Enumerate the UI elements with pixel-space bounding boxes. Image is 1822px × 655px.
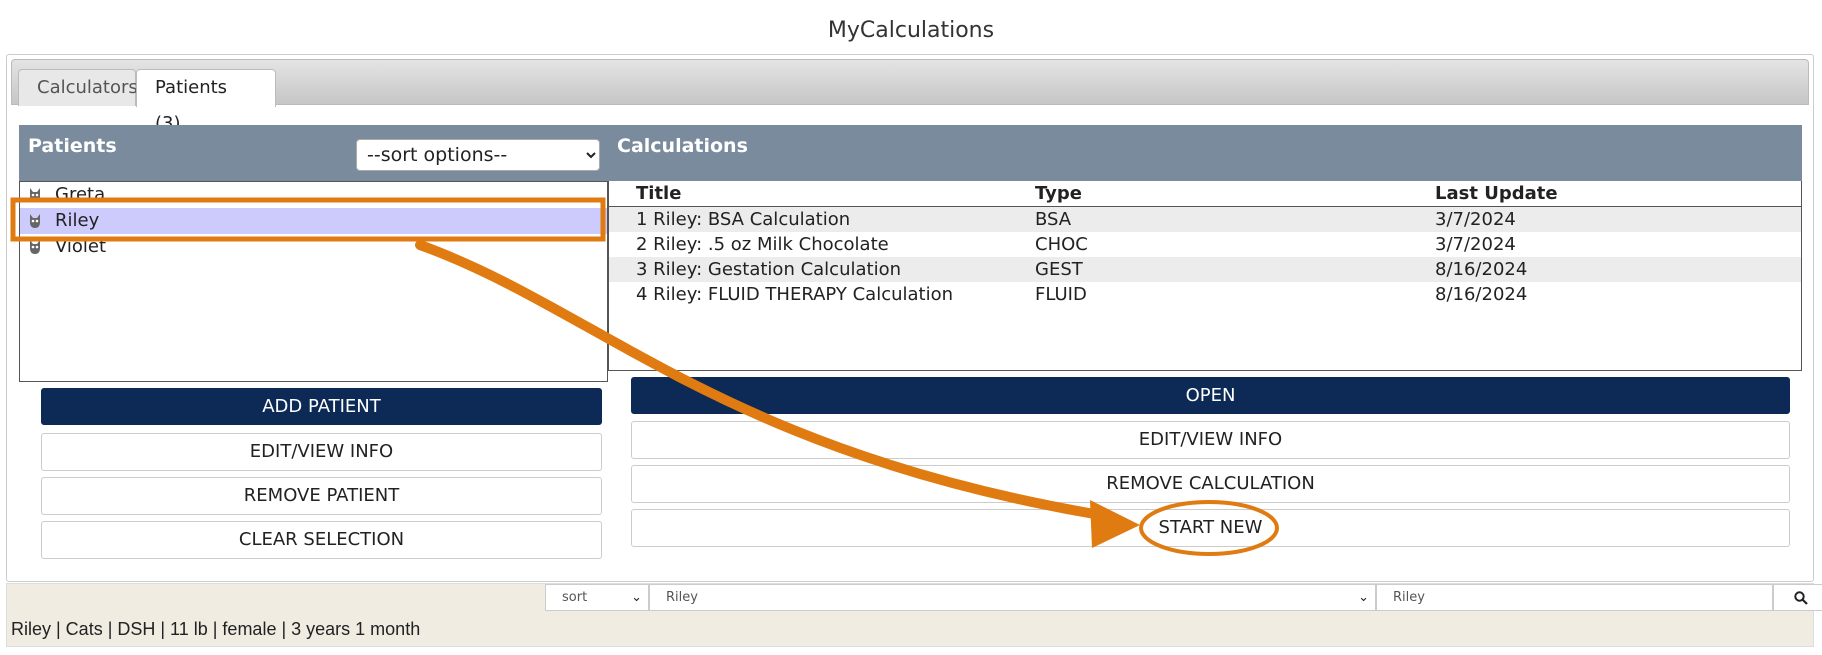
patient-row-greta[interactable]: Greta [20, 182, 607, 208]
chevron-down-icon: ⌄ [1358, 590, 1369, 605]
cell-title: 1 Riley: BSA Calculation [636, 209, 851, 230]
column-header-type[interactable]: Type [1035, 181, 1082, 206]
cell-updated: 3/7/2024 [1435, 234, 1516, 255]
calculations-heading: Calculations [617, 135, 748, 157]
cell-title: 3 Riley: Gestation Calculation [636, 259, 901, 280]
bottom-sort-select[interactable]: sort ⌄ [545, 584, 649, 611]
cell-type: CHOC [1035, 234, 1088, 255]
search-button[interactable] [1773, 584, 1822, 611]
patient-select[interactable]: Riley ⌄ [649, 584, 1376, 611]
clear-selection-button[interactable]: CLEAR SELECTION [41, 521, 602, 559]
cell-updated: 8/16/2024 [1435, 284, 1528, 305]
patient-row-riley[interactable]: Riley [20, 208, 607, 234]
patient-name: Violet [55, 236, 107, 257]
calculations-panel-header: Calculations [608, 125, 1802, 181]
table-row[interactable]: 1 Riley: BSA Calculation BSA 3/7/2024 [609, 207, 1801, 232]
cat-icon [30, 188, 40, 202]
patient-row-violet[interactable]: Violet [20, 234, 607, 260]
tab-patients[interactable]: Patients (3) [136, 69, 276, 134]
cell-updated: 8/16/2024 [1435, 259, 1528, 280]
remove-patient-button[interactable]: REMOVE PATIENT [41, 477, 602, 515]
patients-panel-header: Patients --sort options-- [19, 125, 608, 181]
bottom-bar: sort ⌄ Riley ⌄ Riley Riley | Cats | DSH … [6, 583, 1822, 647]
tab-bar: Calculators Patients (3) [11, 59, 1809, 134]
patient-name: Greta [55, 184, 106, 205]
table-row[interactable]: 2 Riley: .5 oz Milk Chocolate CHOC 3/7/2… [609, 232, 1801, 257]
patient-name: Riley [55, 210, 100, 231]
search-input-value: Riley [1393, 590, 1425, 605]
tab-calculators[interactable]: Calculators [18, 69, 138, 106]
chevron-down-icon: ⌄ [631, 590, 642, 605]
add-patient-button[interactable]: ADD PATIENT [41, 388, 602, 425]
cat-icon [30, 214, 40, 228]
edit-calculation-info-button[interactable]: EDIT/VIEW INFO [631, 421, 1790, 459]
edit-patient-info-button[interactable]: EDIT/VIEW INFO [41, 433, 602, 471]
calculations-table: Title Type Last Update 1 Riley: BSA Calc… [608, 181, 1802, 371]
bottom-sort-value: sort [562, 590, 588, 605]
patient-list[interactable]: Greta Riley Violet [19, 181, 608, 382]
patients-heading: Patients [28, 135, 117, 157]
cell-type: GEST [1035, 259, 1083, 280]
cell-title: 4 Riley: FLUID THERAPY Calculation [636, 284, 954, 305]
patient-select-value: Riley [666, 590, 698, 605]
open-calculation-button[interactable]: OPEN [631, 377, 1790, 414]
table-row[interactable]: 4 Riley: FLUID THERAPY Calculation FLUID… [609, 282, 1801, 307]
cell-type: BSA [1035, 209, 1072, 230]
patient-sort-select[interactable]: --sort options-- [356, 139, 600, 171]
app-title: MyCalculations [827, 18, 995, 43]
search-input[interactable]: Riley [1376, 584, 1773, 611]
patient-summary: Riley | Cats | DSH | 11 lb | female | 3 … [11, 619, 421, 639]
cell-title: 2 Riley: .5 oz Milk Chocolate [636, 234, 889, 255]
search-icon [1794, 591, 1808, 605]
cell-type: FLUID [1035, 284, 1087, 305]
cell-updated: 3/7/2024 [1435, 209, 1516, 230]
remove-calculation-button[interactable]: REMOVE CALCULATION [631, 465, 1790, 503]
start-new-button[interactable]: START NEW [631, 509, 1790, 547]
cat-icon [30, 240, 40, 254]
table-row[interactable]: 3 Riley: Gestation Calculation GEST 8/16… [609, 257, 1801, 282]
column-header-title[interactable]: Title [636, 181, 681, 206]
column-header-last-update[interactable]: Last Update [1435, 181, 1558, 206]
